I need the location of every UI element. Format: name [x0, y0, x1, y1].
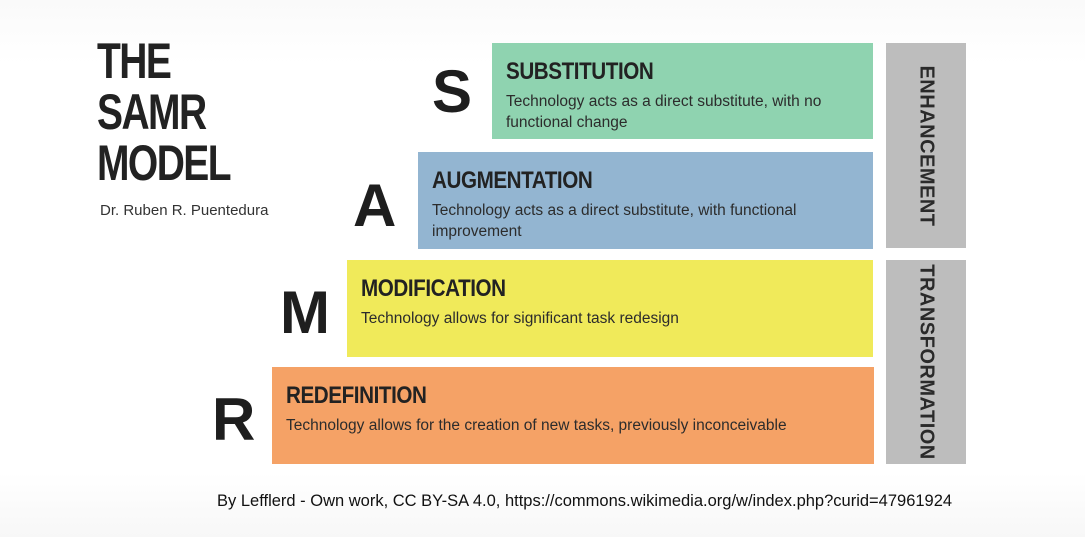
group-label-enhancement: ENHANCEMENT [915, 64, 938, 227]
level-box-augmentation: AUGMENTATION Technology acts as a direct… [418, 152, 873, 249]
group-transformation: TRANSFORMATION [886, 260, 966, 464]
level-name-redefinition: REDEFINITION [286, 382, 427, 409]
group-label-transformation: TRANSFORMATION [915, 264, 938, 460]
level-description-augmentation: Technology acts as a direct substitute, … [432, 202, 797, 240]
title-line-1: THE [97, 33, 172, 89]
samr-diagram: THE SAMR MODEL Dr. Ruben R. Puentedura S… [0, 0, 1085, 537]
level-name-augmentation: AUGMENTATION [432, 167, 593, 194]
group-enhancement: ENHANCEMENT [886, 43, 966, 248]
level-box-substitution: SUBSTITUTION Technology acts as a direct… [492, 43, 873, 139]
level-name-modification: MODIFICATION [361, 275, 506, 302]
author-name: Dr. Ruben R. Puentedura [100, 202, 269, 219]
level-letter-a: A [353, 172, 397, 239]
level-description-redefinition: Technology allows for the creation of ne… [286, 417, 787, 434]
level-letter-s: S [432, 58, 473, 125]
level-name-substitution: SUBSTITUTION [506, 58, 654, 85]
title-line-2: SAMR [97, 84, 207, 140]
level-letter-r: R [212, 386, 256, 453]
title-line-3: MODEL [97, 135, 232, 191]
level-letter-m: M [280, 279, 330, 346]
level-box-modification: MODIFICATION Technology allows for signi… [347, 260, 873, 357]
image-credit: By Lefflerd - Own work, CC BY-SA 4.0, ht… [217, 492, 953, 510]
diagram-title: THE SAMR MODEL [97, 33, 232, 191]
level-description-modification: Technology allows for significant task r… [361, 310, 679, 327]
level-box-redefinition: REDEFINITION Technology allows for the c… [272, 367, 874, 464]
level-description-substitution: Technology acts as a direct substitute, … [506, 93, 822, 131]
